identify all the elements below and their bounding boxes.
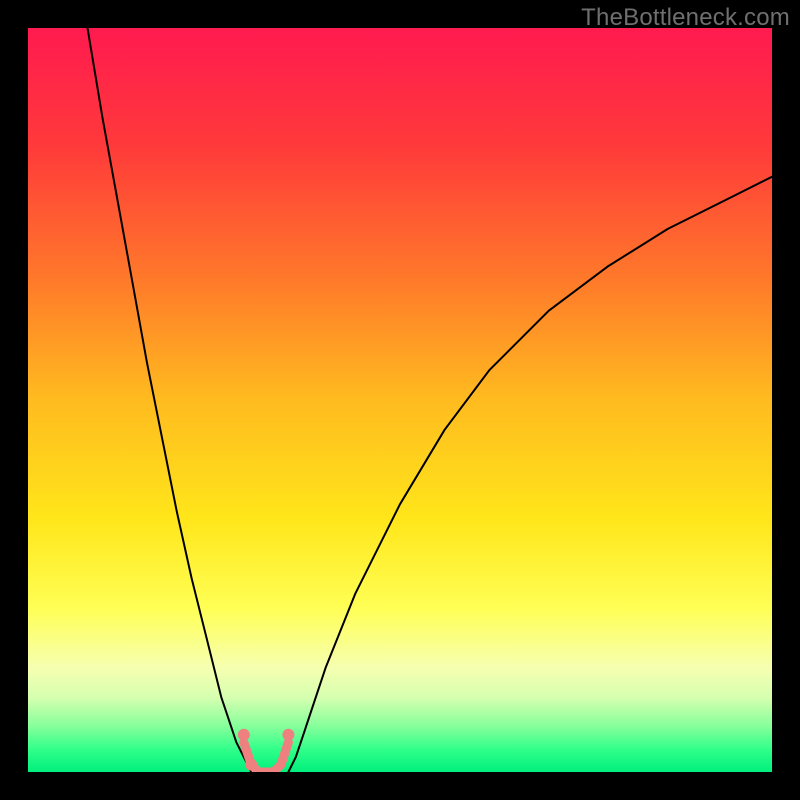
dot-right [282, 729, 294, 741]
dot-left-lower [245, 759, 257, 771]
plot-area [28, 28, 772, 772]
chart-frame: TheBottleneck.com [0, 0, 800, 800]
watermark-label: TheBottleneck.com [581, 4, 790, 32]
gradient-background [28, 28, 772, 772]
chart-canvas [28, 28, 772, 772]
dot-left-upper [238, 729, 250, 741]
